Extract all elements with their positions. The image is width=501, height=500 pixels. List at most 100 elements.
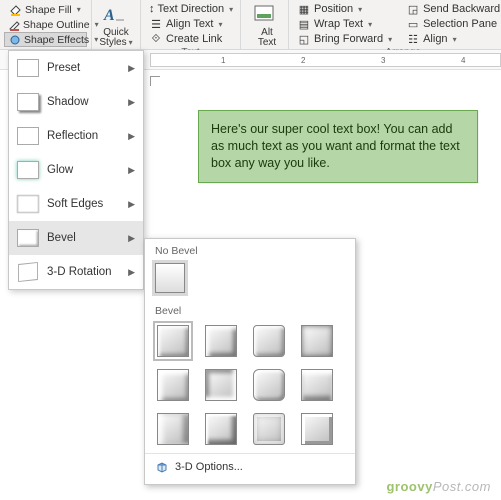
- shape-effects-button[interactable]: Shape Effects▾: [4, 32, 87, 47]
- backward-icon: ◲: [406, 2, 420, 16]
- text-direction-button[interactable]: ↕Text Direction▾: [145, 2, 236, 16]
- bring-forward-button[interactable]: ◱Bring Forward▾: [293, 32, 396, 46]
- watermark-suffix: Post.com: [433, 479, 491, 494]
- shape-effects-menu: Preset ▶ Shadow ▶ Reflection ▶ Glow ▶ Soft E…: [8, 50, 144, 290]
- align-text-label: Align Text: [166, 18, 214, 30]
- shape-fill-label: Shape Fill: [25, 4, 72, 16]
- bevel-swatch[interactable]: [301, 369, 333, 401]
- backward-label: Send Backward: [423, 3, 500, 15]
- no-bevel-section-label: No Bevel: [145, 239, 355, 261]
- align-text-icon: ☰: [149, 17, 163, 31]
- text-direction-label: Text Direction: [158, 3, 225, 15]
- bevel-swatch[interactable]: [253, 413, 285, 445]
- shape-outline-button[interactable]: Shape Outline▾: [4, 17, 87, 32]
- alt-text-button[interactable]: AltText: [245, 2, 289, 50]
- 3d-options-label: 3-D Options...: [175, 461, 243, 473]
- menu-shadow[interactable]: Shadow ▶: [9, 85, 143, 119]
- position-label: Position: [314, 3, 353, 15]
- bevel-swatch[interactable]: [301, 413, 333, 445]
- menu-preset[interactable]: Preset ▶: [9, 51, 143, 85]
- bevel-section-label: Bevel: [145, 299, 355, 321]
- chevron-right-icon: ▶: [128, 131, 135, 142]
- bevel-swatch[interactable]: [157, 413, 189, 445]
- wrap-label: Wrap Text: [314, 18, 363, 30]
- alt-text-label: AltText: [258, 28, 276, 48]
- sample-text-box[interactable]: Here's our super cool text box! You can …: [198, 110, 478, 183]
- bevel-swatch[interactable]: [205, 413, 237, 445]
- page-corner-marker: [150, 76, 160, 86]
- bevel-swatch[interactable]: [301, 325, 333, 357]
- wordart-icon: A: [102, 4, 130, 28]
- send-backward-button[interactable]: ◲Send Backward▾: [402, 2, 501, 16]
- chevron-right-icon: ▶: [128, 97, 135, 108]
- menu-reflection[interactable]: Reflection ▶: [9, 119, 143, 153]
- align-label: Align: [423, 33, 447, 45]
- watermark-brand: groovy: [386, 479, 432, 494]
- menu-bevel[interactable]: Bevel ▶: [9, 221, 143, 255]
- ruler-tick: 3: [381, 56, 385, 65]
- align-icon: ☷: [406, 32, 420, 46]
- watermark: groovyPost.com: [386, 479, 491, 494]
- pen-icon: [8, 18, 20, 32]
- wordart-styles-group: A QuickStyles▾ A A A Art Styles: [92, 0, 141, 49]
- menu-3d-rotation[interactable]: 3-D Rotation ▶: [9, 255, 143, 289]
- effects-icon: [9, 33, 21, 47]
- align-text-button[interactable]: ☰Align Text▾: [145, 17, 236, 31]
- menu-reflection-label: Reflection: [47, 130, 120, 142]
- bevel-swatch[interactable]: [205, 325, 237, 357]
- svg-text:A: A: [103, 7, 115, 24]
- ruler-tick: 1: [221, 56, 225, 65]
- 3d-options-button[interactable]: 3-D Options...: [145, 453, 355, 480]
- bevel-swatch[interactable]: [253, 325, 285, 357]
- arrange-group: ▦Position▾ ▤Wrap Text▾ ◱Bring Forward▾ ◲…: [289, 0, 501, 49]
- forward-label: Bring Forward: [314, 33, 383, 45]
- menu-soft-edges[interactable]: Soft Edges ▶: [9, 187, 143, 221]
- menu-shadow-label: Shadow: [47, 96, 120, 108]
- text-direction-icon: ↕: [149, 2, 155, 16]
- cube-icon: [155, 460, 169, 474]
- chevron-right-icon: ▶: [128, 267, 135, 278]
- selection-pane-label: Selection Pane: [423, 18, 497, 30]
- wrap-text-button[interactable]: ▤Wrap Text▾: [293, 17, 396, 31]
- alt-text-icon: [253, 4, 281, 28]
- bevel-swatch[interactable]: [157, 369, 189, 401]
- create-link-button[interactable]: ⟐Create Link: [145, 32, 236, 46]
- shape-outline-label: Shape Outline: [23, 19, 90, 31]
- bevel-grid: [145, 321, 355, 453]
- ruler-tick: 4: [461, 56, 465, 65]
- bevel-swatch[interactable]: [157, 325, 189, 357]
- text-group: ↕Text Direction▾ ☰Align Text▾ ⟐Create Li…: [141, 0, 241, 49]
- quick-styles-button[interactable]: A QuickStyles▾: [96, 2, 136, 50]
- shape-styles-group: Shape Fill▾ Shape Outline▾ Shape Effects…: [0, 0, 92, 49]
- wrap-icon: ▤: [297, 17, 311, 31]
- position-icon: ▦: [297, 2, 311, 16]
- menu-soft-edges-label: Soft Edges: [47, 198, 120, 210]
- menu-preset-label: Preset: [47, 62, 120, 74]
- chevron-right-icon: ▶: [128, 199, 135, 210]
- align-button[interactable]: ☷Align▾: [402, 32, 501, 46]
- bucket-icon: [8, 3, 22, 17]
- quick-styles-label: QuickStyles▾: [99, 28, 132, 48]
- chevron-right-icon: ▶: [128, 165, 135, 176]
- pane-icon: ▭: [406, 17, 420, 31]
- accessibility-group: AltText Accessibility: [241, 0, 289, 49]
- bevel-swatch[interactable]: [205, 369, 237, 401]
- shape-effects-label: Shape Effects: [24, 34, 89, 46]
- bevel-swatch[interactable]: [253, 369, 285, 401]
- ribbon: Shape Fill▾ Shape Outline▾ Shape Effects…: [0, 0, 501, 50]
- position-button[interactable]: ▦Position▾: [293, 2, 396, 16]
- ruler-tick: 2: [301, 56, 305, 65]
- forward-icon: ◱: [297, 32, 311, 46]
- create-link-label: Create Link: [166, 33, 222, 45]
- chevron-right-icon: ▶: [128, 63, 135, 74]
- no-bevel-swatch[interactable]: [155, 263, 185, 293]
- bevel-submenu: No Bevel Bevel 3-D Options...: [144, 238, 356, 485]
- shape-fill-button[interactable]: Shape Fill▾: [4, 2, 87, 17]
- menu-glow[interactable]: Glow ▶: [9, 153, 143, 187]
- link-icon: ⟐: [149, 32, 163, 46]
- menu-glow-label: Glow: [47, 164, 120, 176]
- menu-bevel-label: Bevel: [47, 232, 120, 244]
- selection-pane-button[interactable]: ▭Selection Pane: [402, 17, 501, 31]
- chevron-right-icon: ▶: [128, 233, 135, 244]
- menu-3d-rotation-label: 3-D Rotation: [47, 266, 120, 278]
